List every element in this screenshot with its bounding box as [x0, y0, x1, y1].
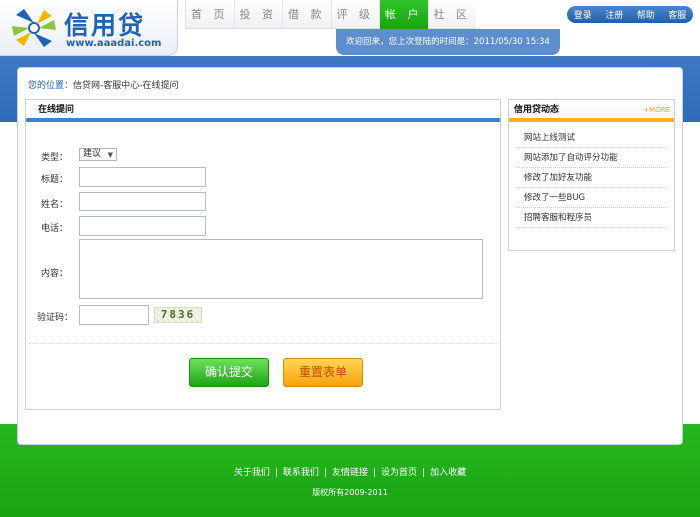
- breadcrumb-label: 您的位置：: [28, 81, 74, 91]
- name-input[interactable]: [79, 192, 206, 211]
- footer-link-friends[interactable]: 友情链接: [332, 468, 368, 478]
- phone-label: 电话：: [41, 224, 69, 234]
- nav-rating[interactable]: 评 级: [330, 0, 380, 29]
- separator: |: [373, 468, 377, 478]
- captcha-input[interactable]: [79, 305, 149, 325]
- footer-link-about[interactable]: 关于我们: [234, 468, 270, 478]
- question-form-panel: 在线提问 类型： 建议 ▼ 标题： 姓名： 电话： 内容： 验证码： 7836 …: [25, 99, 501, 410]
- captcha-label: 验证码：: [37, 313, 74, 323]
- register-link[interactable]: 注册: [605, 8, 623, 21]
- logo-text: 信用贷: [64, 11, 146, 40]
- breadcrumb: 您的位置：信贷网-客服中心-在线提问: [28, 78, 179, 91]
- list-item[interactable]: 修改了一些BUG: [517, 188, 666, 208]
- footer-links: 关于我们 | 联系我们 | 友情链接 | 设为首页 | 加入收藏: [0, 465, 700, 478]
- chevron-down-icon: ▼: [107, 151, 113, 159]
- separator: |: [274, 468, 278, 478]
- phone-input[interactable]: [79, 216, 206, 236]
- nav-invest[interactable]: 投 资: [233, 0, 283, 29]
- name-label: 姓名：: [41, 200, 69, 210]
- news-list: 网站上线测试 网站添加了自动评分功能 修改了加好友功能 修改了一些BUG 招聘客…: [509, 122, 674, 228]
- list-item[interactable]: 网站添加了自动评分功能: [517, 148, 666, 168]
- list-item[interactable]: 修改了加好友功能: [517, 168, 666, 188]
- list-item[interactable]: 网站上线测试: [517, 128, 666, 148]
- title-input[interactable]: [79, 167, 206, 187]
- reset-button[interactable]: 重置表单: [283, 358, 363, 387]
- footer-link-homepage[interactable]: 设为首页: [381, 468, 417, 478]
- news-more-link[interactable]: +MORE: [643, 100, 670, 120]
- welcome-message: 欢迎回来，您上次登陆的时间是：2011/05/30 15:34: [336, 29, 560, 55]
- service-link[interactable]: 客服: [668, 8, 686, 21]
- content-textarea[interactable]: [79, 239, 483, 299]
- separator: |: [323, 468, 327, 478]
- list-item[interactable]: 招聘客服和程序员: [517, 208, 666, 228]
- nav-home[interactable]: 首 页: [185, 0, 234, 29]
- footer-link-contact[interactable]: 联系我们: [283, 468, 319, 478]
- top-links: 登录 注册 帮助 客服: [567, 6, 693, 23]
- content-label: 内容：: [41, 269, 69, 279]
- form-title: 在线提问: [26, 100, 500, 122]
- main-nav: 首 页 投 资 借 款 评 级 帐 户 社 区: [185, 0, 476, 29]
- nav-borrow[interactable]: 借 款: [282, 0, 331, 29]
- separator: |: [422, 468, 426, 478]
- footer-link-favorite[interactable]: 加入收藏: [430, 468, 466, 478]
- type-label: 类型：: [41, 153, 69, 163]
- title-label: 标题：: [41, 175, 69, 185]
- type-select-value: 建议: [83, 149, 102, 159]
- news-panel: 信用贷动态 +MORE 网站上线测试 网站添加了自动评分功能 修改了加好友功能 …: [508, 99, 675, 251]
- captcha-image[interactable]: 7836: [154, 307, 202, 323]
- help-link[interactable]: 帮助: [637, 8, 655, 21]
- logo-url: www.aaadai.com: [66, 38, 162, 49]
- type-select[interactable]: 建议 ▼: [79, 148, 117, 161]
- pinwheel-logo-icon: [12, 9, 56, 47]
- copyright: 版权所有2009-2011: [312, 488, 388, 497]
- submit-button[interactable]: 确认提交: [189, 358, 269, 387]
- news-header: 信用贷动态 +MORE: [509, 100, 674, 122]
- logo[interactable]: 信用贷 www.aaadai.com: [0, 0, 178, 56]
- nav-account[interactable]: 帐 户: [379, 0, 428, 29]
- nav-community[interactable]: 社 区: [427, 0, 477, 29]
- login-link[interactable]: 登录: [574, 8, 592, 21]
- news-title: 信用贷动态: [514, 105, 560, 115]
- breadcrumb-path[interactable]: 信贷网-客服中心-在线提问: [73, 81, 179, 91]
- main-card: 您的位置：信贷网-客服中心-在线提问 在线提问 类型： 建议 ▼ 标题： 姓名：…: [17, 67, 683, 445]
- form-divider: [29, 343, 497, 344]
